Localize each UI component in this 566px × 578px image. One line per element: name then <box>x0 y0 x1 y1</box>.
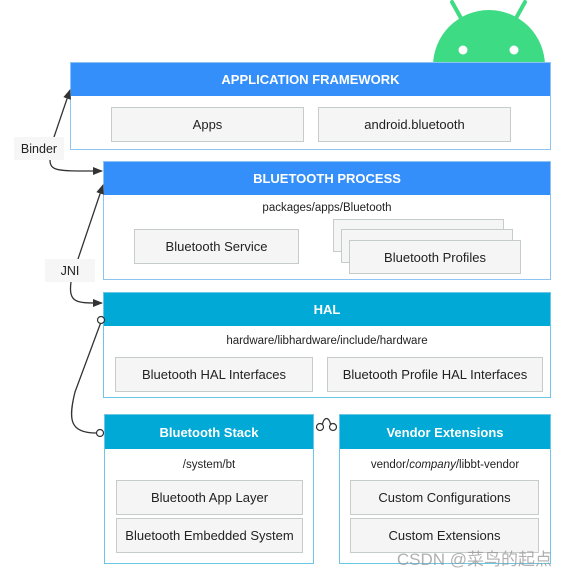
jni-arrow-right <box>69 281 103 308</box>
watermark: CSDN @菜鸟的起点 <box>396 550 552 569</box>
binder-arrow-right <box>49 159 103 176</box>
hal-stack-link <box>70 321 102 434</box>
bluetooth-architecture-diagram: APPLICATION FRAMEWORK Apps android.bluet… <box>0 0 566 578</box>
jni-arrow-up <box>77 184 104 260</box>
jni-label: JNI <box>45 259 95 282</box>
connector-lines <box>49 89 338 438</box>
binder-arrow-up <box>53 89 71 138</box>
binder-label: Binder <box>14 137 64 160</box>
